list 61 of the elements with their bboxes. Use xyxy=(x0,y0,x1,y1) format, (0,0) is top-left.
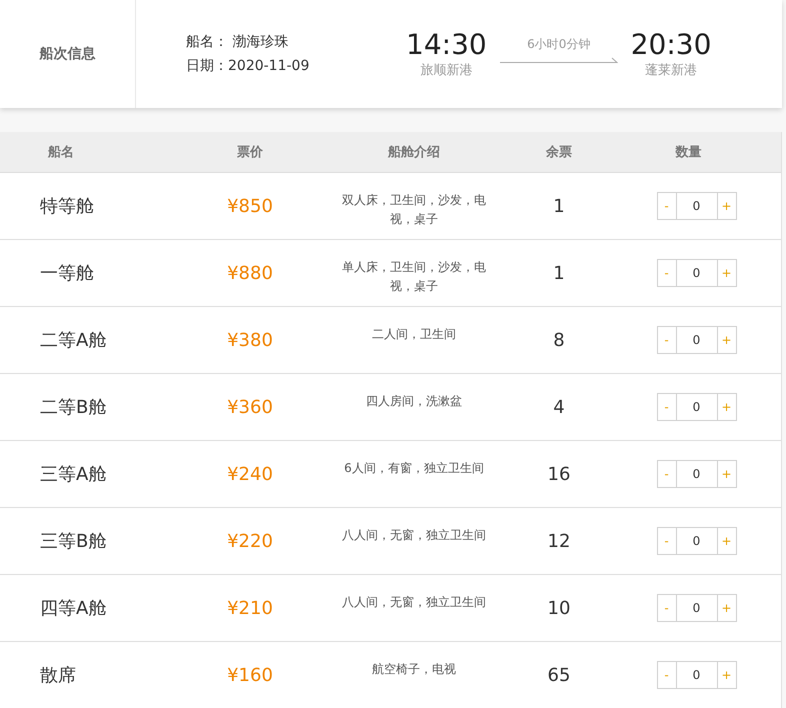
quantity-stepper[interactable]: - 0 + xyxy=(656,460,736,488)
price-text: ¥360 xyxy=(226,396,274,418)
price-text: ¥240 xyxy=(226,464,274,484)
price-text: ¥380 xyxy=(226,330,274,350)
quantity-stepper[interactable]: - 0 + xyxy=(656,259,736,287)
departure-time: 14:30 xyxy=(406,29,487,61)
arrival-port: 蓬莱新港 xyxy=(645,62,698,79)
cabin-name: 二等B舱 xyxy=(39,396,108,419)
cabin-description: 单人床，卫生间，沙发，电视，桌子 xyxy=(341,259,487,295)
quantity-input[interactable]: 0 xyxy=(676,595,718,621)
cabin-name: 一等舱 xyxy=(39,262,95,285)
section-label: 船次信息 xyxy=(40,45,96,63)
quantity-input[interactable]: 0 xyxy=(676,327,718,353)
quantity-stepper[interactable]: - 0 + xyxy=(656,661,736,689)
column-header: 船名 xyxy=(46,144,75,161)
remaining-count: 12 xyxy=(546,530,572,552)
price-text: ¥210 xyxy=(226,598,274,618)
remaining-count: 4 xyxy=(552,396,566,418)
price-text: ¥880 xyxy=(226,262,274,284)
cabin-description: 八人间，无窗，独立卫生间 xyxy=(341,527,487,544)
remaining-count: 16 xyxy=(546,464,572,484)
remaining-count: 8 xyxy=(552,330,566,350)
remaining-count: 1 xyxy=(552,262,566,284)
departure-port: 旅顺新港 xyxy=(420,62,472,79)
quantity-input[interactable]: 0 xyxy=(676,193,718,219)
column-header: 数量 xyxy=(674,144,702,161)
cabin-description: 6人间，有窗，独立卫生间 xyxy=(343,460,485,477)
cabin-description: 双人床，卫生间，沙发，电视，桌子 xyxy=(341,192,487,228)
cabin-name: 三等B舱 xyxy=(39,530,108,553)
cabin-name: 特等舱 xyxy=(39,195,95,218)
cabin-name: 四等A舱 xyxy=(39,597,108,620)
remaining-count: 65 xyxy=(546,664,572,686)
quantity-stepper[interactable]: - 0 + xyxy=(656,393,736,421)
quantity-stepper[interactable]: - 0 + xyxy=(656,192,736,220)
ship-name: 船名： 渤海珍珠 xyxy=(186,33,290,51)
quantity-input[interactable]: 0 xyxy=(676,461,718,487)
remaining-count: 1 xyxy=(552,196,566,216)
quantity-stepper[interactable]: - 0 + xyxy=(656,594,736,622)
quantity-stepper[interactable]: - 0 + xyxy=(656,326,736,354)
cabin-name: 二等A舱 xyxy=(39,329,108,352)
cabin-description: 二人间，卫生间 xyxy=(371,326,457,343)
quantity-stepper[interactable]: - 0 + xyxy=(656,527,736,555)
date-text: 日期：2020-11-09 xyxy=(186,57,310,75)
arrival-time: 20:30 xyxy=(630,29,712,61)
quantity-input[interactable]: 0 xyxy=(676,662,718,688)
column-header: 票价 xyxy=(236,144,264,161)
cabin-description: 四人房间，洗漱盆 xyxy=(365,393,463,410)
column-header: 船舱介绍 xyxy=(386,144,441,161)
quantity-input[interactable]: 0 xyxy=(676,394,718,420)
price-text: ¥220 xyxy=(226,530,274,552)
price-text: ¥850 xyxy=(226,196,274,216)
cabin-description: 八人间，无窗，独立卫生间 xyxy=(341,594,487,611)
quantity-input[interactable]: 0 xyxy=(676,528,718,554)
quantity-input[interactable]: 0 xyxy=(676,260,718,286)
cabin-description: 航空椅子，电视 xyxy=(371,661,457,678)
price-text: ¥160 xyxy=(226,664,274,686)
cabin-name: 三等A舱 xyxy=(39,463,108,486)
remaining-count: 10 xyxy=(546,598,572,618)
column-header: 余票 xyxy=(544,144,573,161)
cabin-name: 散席 xyxy=(39,664,77,687)
duration-text: 6小时0分钟 xyxy=(527,36,590,52)
